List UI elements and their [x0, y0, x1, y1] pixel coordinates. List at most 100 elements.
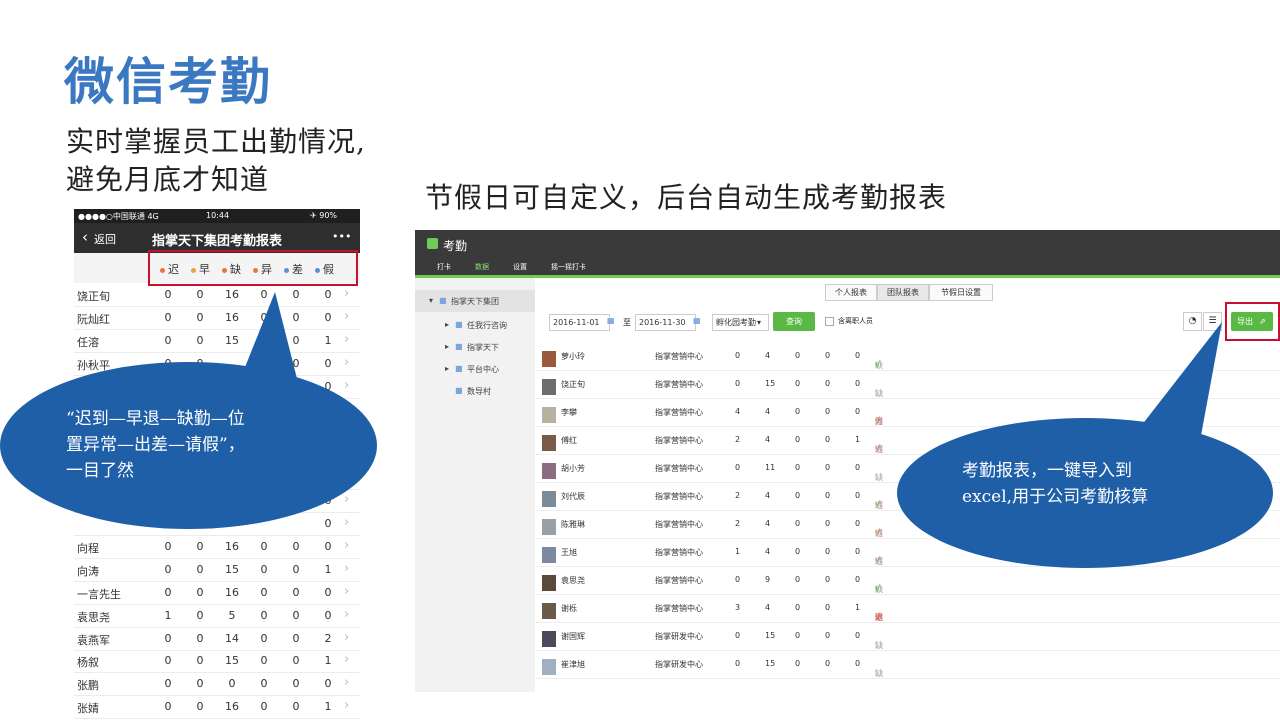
count-cell: 0 [164, 585, 172, 599]
count-cell: 0 [795, 603, 801, 612]
nav-punch[interactable]: 打卡 [437, 262, 451, 272]
folder-icon: ■ [455, 386, 463, 395]
department: 指掌营销中心 [655, 520, 703, 529]
count-cell: 2 [324, 631, 332, 645]
employee-name: 王旭 [561, 548, 577, 557]
count-cell: 11 [765, 463, 776, 472]
back-button[interactable]: 返回 [94, 231, 116, 247]
list-item[interactable]: 杨叙 0 0 15 0 0 1 › [74, 649, 360, 674]
count-cell: 0 [196, 700, 204, 714]
department: 指掌营销中心 [655, 436, 703, 445]
employee-name: 胡小芳 [561, 464, 585, 473]
employee-name: 傅红 [561, 436, 577, 445]
count-cell: 0 [825, 407, 831, 416]
include-left-checkbox[interactable] [825, 317, 834, 326]
table-row[interactable]: 袁思尧 指掌营销中心 0 9 0 0 0 缺缺缺缺缺缺缺缺 √ √ √ √ √ 缺缺 √ √ √ [535, 566, 1280, 595]
chevron-right-icon: › [344, 537, 350, 553]
count-cell: 0 [795, 463, 801, 472]
tab-team-report[interactable]: 团队报表 [877, 284, 929, 301]
count-cell: 16 [225, 700, 239, 714]
count-cell: 0 [795, 575, 801, 584]
count-cell: 0 [324, 539, 332, 553]
tree-item-label: 指掌天下集团 [451, 297, 499, 306]
count-cell: 0 [735, 379, 741, 388]
count-cell: 0 [324, 288, 332, 301]
tree-toggle-icon[interactable]: ▸ [445, 364, 449, 373]
count-cell: 0 [164, 677, 172, 691]
more-icon[interactable]: ••• [332, 230, 351, 243]
count-cell: 3 [735, 603, 741, 612]
count-cell: 0 [795, 407, 801, 416]
nav-shake-punch[interactable]: 摇一摇打卡 [551, 262, 586, 272]
count-cell: 0 [825, 575, 831, 584]
count-cell: 0 [795, 435, 801, 444]
bubble-left-line-1: “迟到—早退—缺勤—位 [66, 409, 245, 429]
date-to-input[interactable]: 2016-11-30 [635, 314, 696, 331]
list-item[interactable]: 向程 0 0 16 0 0 0 › [74, 535, 360, 559]
phone-status-bar: ●●●●○中国联通 4G 10:44 ✈ 90% [74, 209, 360, 223]
count-cell: 0 [855, 519, 861, 528]
nav-settings[interactable]: 设置 [513, 262, 527, 272]
count-cell: 0 [260, 677, 268, 691]
query-button[interactable]: 查询 [773, 312, 815, 331]
tree-toggle-icon[interactable]: ▸ [445, 320, 449, 329]
count-cell: 0 [228, 677, 236, 691]
list-item[interactable]: 一言先生 0 0 16 0 0 0 › [74, 581, 360, 605]
dropdown-arrow-icon: ▾ [757, 318, 762, 327]
count-cell: 0 [735, 575, 741, 584]
calendar-icon[interactable]: ▦ [693, 316, 701, 325]
count-cell: 0 [196, 562, 204, 576]
attendance-type-select[interactable]: 孵化园考勤 ▾ [712, 314, 769, 331]
count-cell: 0 [196, 608, 204, 622]
tab-holiday-settings[interactable]: 节假日设置 [929, 284, 993, 301]
app-title: 考勤 [443, 239, 468, 253]
count-cell: 0 [196, 585, 204, 599]
list-item[interactable]: 袁燕军 0 0 14 0 0 2 › [74, 627, 360, 651]
tree-toggle-icon[interactable]: ▾ [429, 296, 433, 305]
date-from-input[interactable]: 2016-11-01 [549, 314, 610, 331]
department: 指掌研发中心 [655, 660, 703, 669]
list-item[interactable]: 袁思尧 1 0 5 0 0 0 › [74, 604, 360, 628]
tree-item-label: 数导村 [467, 387, 491, 396]
employee-name: 谢国辉 [561, 632, 585, 641]
count-cell: 16 [225, 539, 239, 553]
subtitle-line-1: 实时掌握员工出勤情况, [66, 125, 366, 158]
bubble-right-line-2: excel,用于公司考勤核算 [962, 487, 1149, 507]
chevron-right-icon: › [344, 492, 350, 508]
tab-personal-report[interactable]: 个人报表 [825, 284, 877, 301]
nav-data[interactable]: 数据 [475, 262, 489, 272]
table-row[interactable]: 谢栎 指掌营销中心 3 4 0 0 1 √ √ √ 迟 √ √ √ 早 √ √ 缺缺迟迟 [535, 594, 1280, 623]
app-logo-icon [427, 238, 438, 249]
count-cell: 4 [765, 435, 771, 444]
count-cell: 0 [324, 585, 332, 599]
count-cell: 0 [164, 631, 172, 645]
tree-item[interactable]: ■ 数导村 [415, 380, 535, 402]
table-row[interactable]: 谢国辉 指掌研发中心 0 15 0 0 0 缺缺缺缺缺缺缺缺缺缺缺缺缺缺缺 [535, 622, 1280, 651]
count-cell: 0 [825, 435, 831, 444]
count-cell: 0 [855, 463, 861, 472]
employee-name: 萝小玲 [561, 352, 585, 361]
count-cell: 4 [765, 491, 771, 500]
count-cell: 0 [164, 700, 172, 714]
count-cell: 0 [735, 659, 741, 668]
tree-item[interactable]: ▸ ■ 任我行咨询 [415, 314, 535, 336]
list-item[interactable]: 向涛 0 0 15 0 0 1 › [74, 558, 360, 582]
calendar-icon[interactable]: ▦ [607, 316, 615, 325]
count-cell: 1 [855, 603, 861, 612]
tree-item[interactable]: ▾ ■ 指掌天下集团 [415, 290, 535, 312]
list-item[interactable]: 张婧 0 0 16 0 0 1 › [74, 695, 360, 720]
list-item[interactable]: 张鹏 0 0 0 0 0 0 › [74, 672, 360, 697]
tree-item[interactable]: ▸ ■ 平台中心 [415, 358, 535, 380]
chevron-left-icon[interactable]: ‹ [82, 228, 88, 246]
count-cell: 0 [795, 631, 801, 640]
department: 指掌研发中心 [655, 632, 703, 641]
folder-icon: ■ [439, 296, 447, 305]
clock: 10:44 [206, 211, 230, 220]
tree-item[interactable]: ▸ ■ 指掌天下 [415, 336, 535, 358]
employee-name: 杨叙 [77, 656, 99, 670]
tree-toggle-icon[interactable]: ▸ [445, 342, 449, 351]
table-row[interactable]: 崔津旭 指掌研发中心 0 15 0 0 0 缺缺缺缺缺缺缺缺缺缺缺缺缺缺缺 [535, 650, 1280, 679]
employee-name: 崔津旭 [561, 660, 585, 669]
count-cell: 0 [825, 659, 831, 668]
chevron-right-icon: › [344, 377, 350, 393]
